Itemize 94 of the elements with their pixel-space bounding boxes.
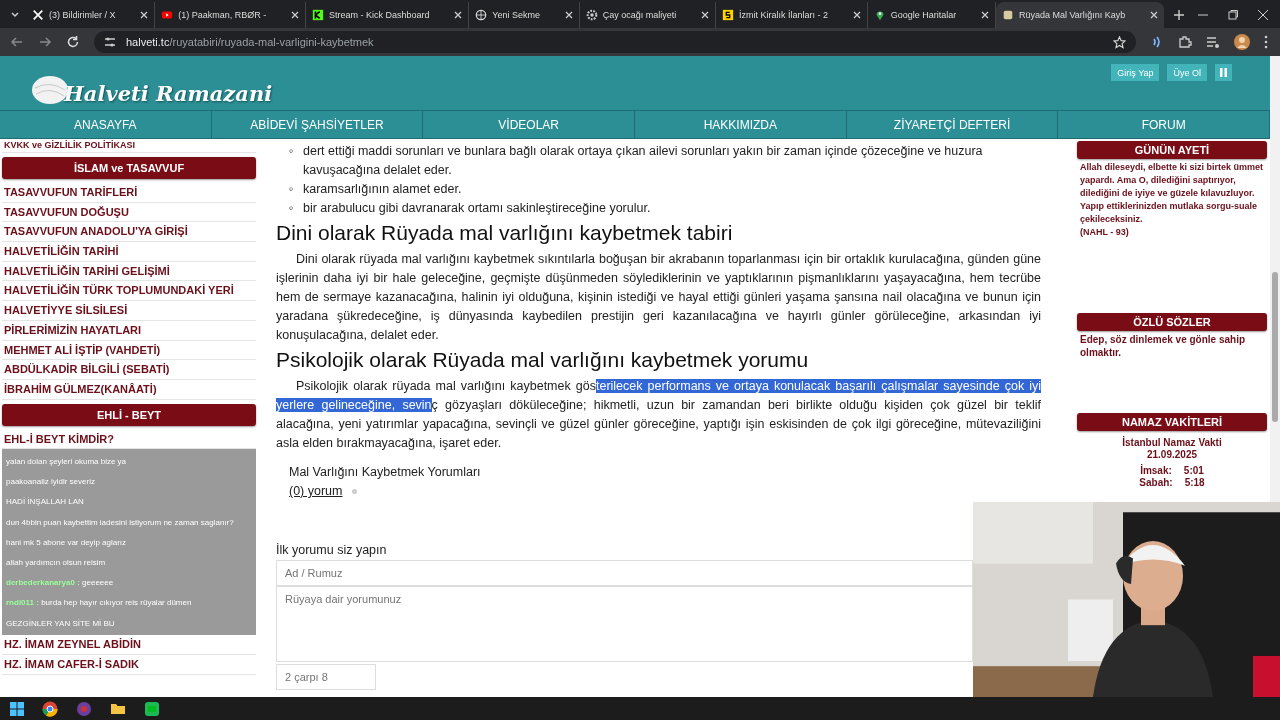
sidebar-link[interactable]: HALVETİLİĞİN TARİHİ GELİŞİMİ bbox=[2, 261, 256, 282]
comment-textarea[interactable]: Rüyaya dair yorumunuz bbox=[276, 586, 973, 662]
close-icon[interactable] bbox=[291, 11, 299, 19]
sidebar-link[interactable]: İBRAHİM GÜLMEZ(KANÂATİ) bbox=[2, 379, 256, 400]
paragraph: Dini olarak rüyada mal varlığını kaybetmek sıkıntılarla boğuşan bir akrabanın toparlanması için bir ortaklık kurulacağına, günden güne işlerinin daha iyi bir hale geleceğine, geçmişte düşünmeden söylediklerinin ve yaptıklarının pişmanlıklarını yaşayacağına, hem tecrübe hem de sermaye kazanacağına, halinin iyi olduğuna, kişinin istediği ve hayal ettiği günleri yaşama şansına nail olacağına ve bunun için yaradana şükredeceğine, iş dünyasında kaybedilen prestijin geri kazanılacağına ve hayırlı günler görüleceğine, arkasından iyi konuşulacağına, delalet eder. bbox=[276, 251, 1041, 344]
sidebar-link[interactable]: KVKK ve GİZLİLİK POLİTİKASI bbox=[2, 139, 256, 153]
nav-link[interactable]: ANASAYFA bbox=[0, 111, 212, 138]
city-label: İstanbul Namaz Vakti bbox=[1121, 437, 1223, 449]
nav-link[interactable]: ABİDEVİ ŞAHSİYETLER bbox=[211, 111, 424, 138]
play-icon bbox=[161, 9, 174, 21]
prayer-name: Sabah: bbox=[1139, 477, 1173, 489]
section-header: EHLİ - BEYT bbox=[2, 403, 256, 426]
name-input[interactable]: Ad / Rumuz bbox=[276, 560, 973, 586]
scrollbar-thumb[interactable] bbox=[1272, 272, 1278, 422]
section-heading: Psikolojik olarak Rüyada mal varlığını kaybetmek yorumu bbox=[276, 347, 810, 373]
close-icon[interactable] bbox=[564, 11, 573, 19]
reload-icon[interactable] bbox=[66, 35, 80, 49]
app-icon[interactable] bbox=[76, 700, 92, 717]
puzzle-icon[interactable] bbox=[1178, 35, 1192, 49]
bullet-marker: ◦ bbox=[289, 200, 294, 217]
section-heading: Dini olarak Rüyada mal varlığını kaybetmek tabiri bbox=[276, 220, 734, 246]
prayer-time: 5:01 bbox=[1183, 465, 1204, 477]
comments-title: Mal Varlığını Kaybetmek Yorumları bbox=[289, 464, 482, 481]
captcha-input[interactable]: 2 çarpı 8 bbox=[276, 664, 376, 690]
chat-message: derbederkanarya0 : geeeeee bbox=[6, 578, 115, 588]
bullet-text: bir arabulucu gibi davranarak ortamı sakinleştireceğine yorulur. bbox=[303, 201, 651, 215]
sidebar-link[interactable]: HALVETİLİĞİN TARİHİ bbox=[2, 242, 256, 262]
forward-icon[interactable] bbox=[38, 35, 52, 49]
sidebar-link[interactable]: HALVETİLİĞİN TÜRK TOPLUMUNDAKİ YERİ bbox=[2, 281, 256, 302]
nav-link[interactable]: HAKKIMIZDA bbox=[635, 111, 847, 138]
k-logo-icon bbox=[312, 9, 324, 21]
gear-icon bbox=[585, 9, 598, 21]
s-logo-icon bbox=[721, 9, 734, 21]
sidebar-link[interactable]: ABDÜLKADİR BİLGİLİ (SEBATİ) bbox=[2, 360, 256, 380]
nav-link[interactable]: VİDEOLAR bbox=[423, 111, 635, 138]
x-logo-icon bbox=[32, 9, 44, 21]
site-logo[interactable]: Halveti Ramazani bbox=[64, 81, 273, 106]
browser-tab[interactable]: Rüyada Mal Varlığını Kayb bbox=[995, 2, 1165, 28]
bullet-text: karamsarlığının alamet eder. bbox=[303, 182, 462, 196]
comment-count-link[interactable]: (0) yorum bbox=[289, 482, 343, 501]
chat-message: dun 4bbin puan kaybettim iadesini istiyorum ne zaman saglanır? bbox=[6, 517, 235, 527]
site-settings-icon[interactable] bbox=[104, 36, 116, 48]
sidebar-link[interactable]: HZ. İMAM CAFER-İ SADIK bbox=[2, 654, 256, 675]
bullet-marker: ◦ bbox=[289, 181, 294, 198]
browser-icon[interactable] bbox=[42, 700, 58, 717]
new-tab-icon[interactable] bbox=[1174, 10, 1185, 20]
close-icon[interactable] bbox=[140, 11, 149, 19]
sidebar-link[interactable]: TASAVVUFUN TARİFLERİ bbox=[2, 183, 256, 203]
chat-message: yalan dolan şeyleri okuma bize ya bbox=[6, 456, 128, 466]
bookmark-star-icon[interactable] bbox=[1113, 35, 1126, 49]
chat-message: rndi011 : burda hep hayır cıkıyor reis rüyalar dümen bbox=[6, 598, 193, 608]
saying-text: Edep, söz dinlemek ve gönle sahip olmaktır. bbox=[1079, 333, 1247, 360]
bullet-text: dert ettiği maddi sorunları ve bunlara bağlı olarak ortaya çıkan ailevi sorunları yakın bir zaman içinde çözeceğine ve huzura kavuşacağına delalet eder. bbox=[303, 144, 983, 177]
sidebar-link[interactable]: HALVETİYYE SİLSİLESİ bbox=[2, 301, 256, 321]
pause-icon bbox=[1219, 68, 1228, 77]
sidebar-link[interactable]: TASAVVUFUN ANADOLU'YA GİRİŞİ bbox=[2, 222, 256, 243]
section-header: NAMAZ VAKİTLERİ bbox=[1077, 413, 1267, 431]
close-icon[interactable] bbox=[700, 11, 709, 19]
close-icon[interactable] bbox=[852, 11, 861, 19]
more-menu-icon[interactable] bbox=[1264, 35, 1268, 49]
close-icon[interactable] bbox=[1150, 11, 1159, 19]
section-header: GÜNÜN AYETİ bbox=[1077, 141, 1267, 159]
profile-avatar-icon[interactable] bbox=[1234, 34, 1250, 50]
chat-message: allah yardımcın olsun reisim bbox=[6, 557, 107, 567]
chat-message: HADİ İNŞALLAH LAN bbox=[6, 497, 85, 507]
form-title: İlk yorumu siz yapın bbox=[276, 542, 388, 559]
section-header: İSLAM ve TASAVVUF bbox=[2, 157, 256, 179]
prayer-name: İmsak: bbox=[1140, 465, 1172, 477]
address-bar[interactable]: halveti.tc/ruyatabiri/ruyada-mal-varligini-kaybetmek bbox=[94, 31, 1136, 53]
sidebar-link[interactable]: TASAVVUFUN DOĞUŞU bbox=[2, 202, 256, 223]
page-icon bbox=[1001, 9, 1014, 21]
sidebar-link[interactable]: PİRLERİMİZİN HAYATLARI bbox=[2, 320, 256, 341]
nav-link[interactable]: ZİYARETÇİ DEFTERİ bbox=[846, 111, 1059, 138]
sidebar-link[interactable]: MEHMET ALİ İŞTİP (VAHDETİ) bbox=[2, 340, 256, 361]
app-icon[interactable] bbox=[144, 700, 160, 717]
sidebar-link[interactable]: HZ. İMAM ZEYNEL ABİDİN bbox=[2, 635, 256, 655]
restore-icon[interactable] bbox=[1228, 10, 1239, 20]
dot-icon bbox=[352, 489, 358, 494]
chat-message: hani mk 5 abone var deyip aglarız bbox=[6, 537, 128, 547]
chat-message: GEZGİNLER YAN SİTE Mİ BU bbox=[6, 618, 116, 628]
verse-text: Allah dileseydi, elbette ki sizi birtek ümmet yapardı. Ama O, dilediğini saptırıyor, dilediğini de iyiye ve güzele kılavuzluyor. Yapıp ettiklerinizden mutlaka sorgu-suale çekileceksiniz. bbox=[1080, 162, 1264, 224]
close-icon[interactable] bbox=[980, 11, 989, 19]
verse-reference: (NAHL - 93) bbox=[1080, 227, 1129, 237]
close-icon[interactable] bbox=[454, 11, 463, 19]
bullet-marker: ◦ bbox=[289, 143, 294, 160]
date-label: 21.09.2025 bbox=[1145, 449, 1199, 461]
media-list-icon[interactable] bbox=[1206, 35, 1220, 49]
prayer-time: 5:18 bbox=[1184, 477, 1205, 489]
windows-start-icon[interactable] bbox=[10, 701, 24, 716]
globe-icon bbox=[475, 9, 488, 21]
back-icon[interactable] bbox=[10, 35, 24, 49]
chat-message: paakoanaliz iyidir severiz bbox=[6, 477, 96, 487]
close-icon[interactable] bbox=[1258, 10, 1269, 20]
section-header: ÖZLÜ SÖZLER bbox=[1077, 313, 1267, 331]
